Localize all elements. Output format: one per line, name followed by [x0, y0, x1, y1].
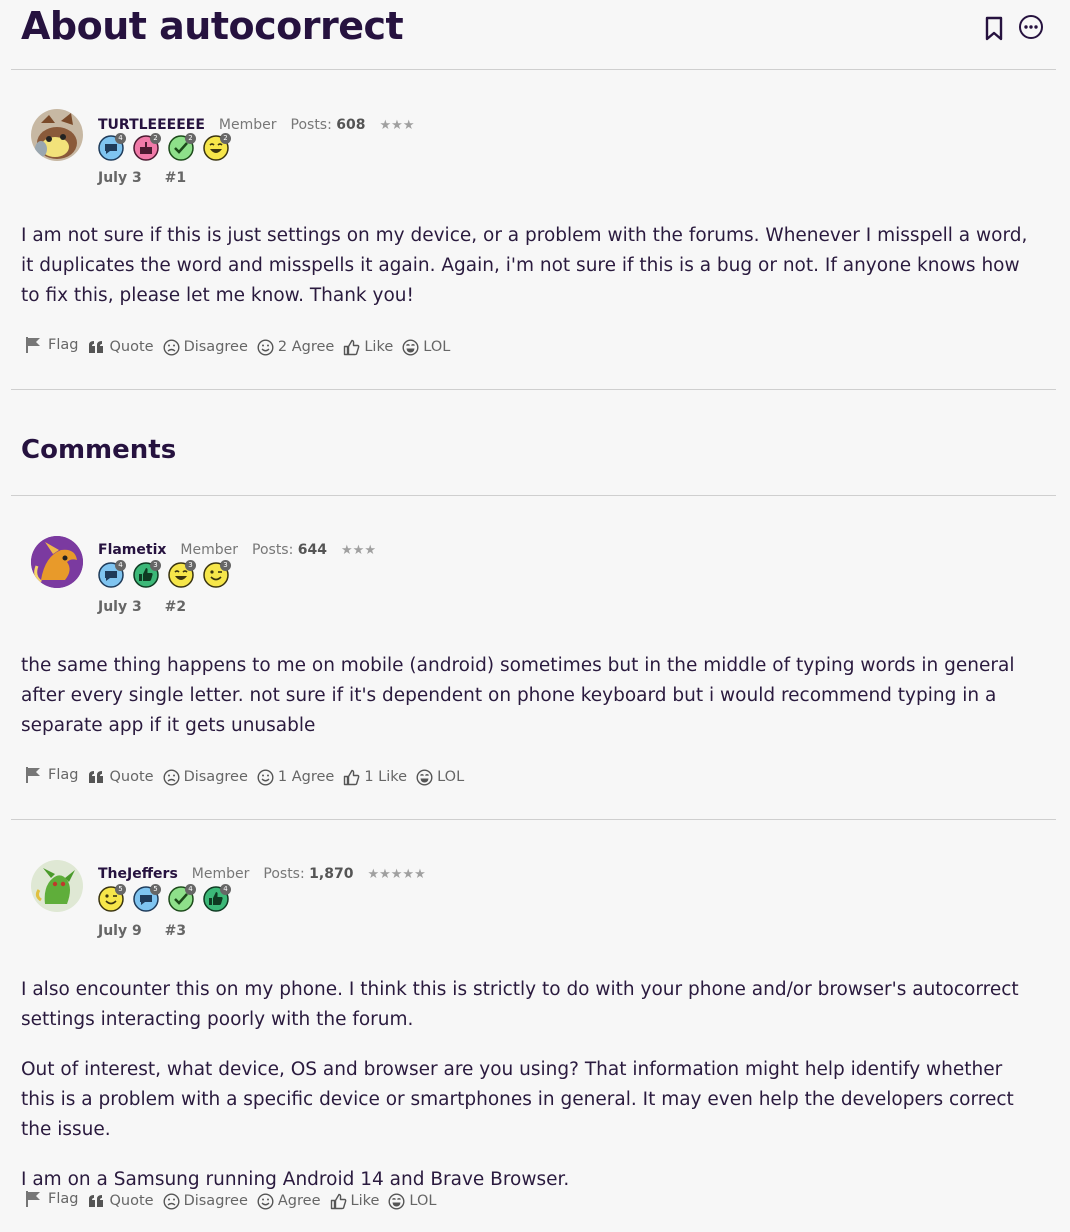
- post-actions: Flag Quote Disagree 1 Agree 1 Like LOL: [25, 766, 473, 786]
- flag-button[interactable]: Flag: [25, 336, 78, 354]
- user-role: Member: [218, 117, 277, 133]
- divider: [11, 495, 1056, 496]
- laugh-badge-icon[interactable]: 3: [167, 560, 196, 589]
- cake-badge-icon[interactable]: 2: [132, 133, 161, 162]
- comment-badge-icon[interactable]: 5: [132, 884, 161, 913]
- post-actions: Flag Quote Disagree 2 Agree Like LOL: [25, 336, 459, 356]
- post-paragraph: I also encounter this on my phone. I thi…: [21, 979, 1019, 1030]
- comment-badge-icon[interactable]: 4: [97, 560, 126, 589]
- flag-button[interactable]: Flag: [25, 766, 78, 784]
- post-meta: TheJeffers Member Posts: 1,870 ★★★★★: [98, 865, 426, 883]
- post-body: the same thing happens to me on mobile (…: [21, 651, 1041, 761]
- badge-count: 4: [115, 133, 126, 144]
- post-count: Posts: 644: [252, 542, 328, 558]
- post-number[interactable]: #3: [165, 923, 186, 939]
- badge-count: 4: [220, 884, 231, 895]
- quote-button[interactable]: Quote: [88, 339, 154, 356]
- comment-badge-icon[interactable]: 4: [97, 133, 126, 162]
- agree-button[interactable]: 2 Agree: [257, 338, 334, 356]
- thumbs-up-badge-icon[interactable]: 4: [202, 884, 231, 913]
- username[interactable]: TURTLEEEEEE: [98, 117, 205, 133]
- lol-button[interactable]: LOL: [388, 1192, 436, 1210]
- flag-button[interactable]: Flag: [25, 1190, 78, 1208]
- post-count: Posts: 1,870: [263, 866, 354, 882]
- bookmark-icon[interactable]: [981, 14, 1007, 42]
- rank-stars: ★★★: [341, 542, 376, 558]
- post-body: I also encounter this on my phone. I thi…: [21, 975, 1041, 1215]
- agree-button[interactable]: 1 Agree: [257, 768, 334, 786]
- username[interactable]: TheJeffers: [98, 866, 178, 882]
- post-date[interactable]: July 3: [98, 170, 142, 186]
- wink-badge-icon[interactable]: 5: [97, 884, 126, 913]
- thumbs-up-badge-icon[interactable]: 3: [132, 560, 161, 589]
- post-paragraph: I am not sure if this is just settings o…: [21, 225, 1028, 306]
- username[interactable]: Flametix: [98, 542, 166, 558]
- badge-count: 3: [150, 560, 161, 571]
- badge-row: 4 2 2 2: [97, 133, 231, 162]
- post-actions: Flag Quote Disagree Agree Like LOL: [25, 1190, 445, 1210]
- agree-button[interactable]: Agree: [257, 1192, 321, 1210]
- badge-count: 4: [115, 560, 126, 571]
- badge-row: 5 5 4 4: [97, 884, 231, 913]
- wink-badge-icon[interactable]: 3: [202, 560, 231, 589]
- post-dateline: July 3 #1: [98, 170, 204, 186]
- divider: [11, 819, 1056, 820]
- check-badge-icon[interactable]: 2: [167, 133, 196, 162]
- post-meta: TURTLEEEEEE Member Posts: 608 ★★★: [98, 116, 414, 134]
- divider: [11, 389, 1056, 390]
- post-count: Posts: 608: [290, 117, 366, 133]
- user-role: Member: [180, 542, 239, 558]
- post-dateline: July 9 #3: [98, 923, 204, 939]
- post-meta: Flametix Member Posts: 644 ★★★: [98, 541, 376, 559]
- post-date[interactable]: July 9: [98, 923, 142, 939]
- like-button[interactable]: Like: [343, 339, 393, 356]
- post-body: I am not sure if this is just settings o…: [21, 221, 1041, 331]
- disagree-button[interactable]: Disagree: [163, 338, 248, 356]
- badge-count: 5: [150, 884, 161, 895]
- post-paragraph: Out of interest, what device, OS and bro…: [21, 1059, 1014, 1140]
- badge-count: 3: [220, 560, 231, 571]
- badge-count: 5: [115, 884, 126, 895]
- like-button[interactable]: 1 Like: [343, 769, 407, 786]
- badge-count: 2: [185, 133, 196, 144]
- lol-button[interactable]: LOL: [416, 768, 464, 786]
- rank-stars: ★★★★★: [367, 866, 426, 882]
- lol-button[interactable]: LOL: [402, 338, 450, 356]
- avatar[interactable]: [31, 536, 83, 588]
- post-paragraph: the same thing happens to me on mobile (…: [21, 655, 1015, 736]
- badge-count: 3: [185, 560, 196, 571]
- like-button[interactable]: Like: [330, 1193, 379, 1210]
- quote-button[interactable]: Quote: [88, 1193, 154, 1210]
- badge-row: 4 3 3 3: [97, 560, 231, 589]
- avatar[interactable]: [31, 860, 83, 912]
- user-role: Member: [191, 866, 250, 882]
- badge-count: 4: [185, 884, 196, 895]
- post-dateline: July 3 #2: [98, 599, 204, 615]
- post-number[interactable]: #2: [165, 599, 186, 615]
- badge-count: 2: [220, 133, 231, 144]
- rank-stars: ★★★: [379, 117, 415, 133]
- avatar[interactable]: [31, 109, 83, 161]
- divider: [11, 69, 1056, 70]
- quote-button[interactable]: Quote: [88, 769, 154, 786]
- disagree-button[interactable]: Disagree: [163, 768, 248, 786]
- badge-count: 2: [150, 133, 161, 144]
- disagree-button[interactable]: Disagree: [163, 1192, 248, 1210]
- post-paragraph: I am on a Samsung running Android 14 and…: [21, 1169, 570, 1190]
- post-number[interactable]: #1: [165, 170, 186, 186]
- comments-heading: Comments: [21, 435, 177, 465]
- post-date[interactable]: July 3: [98, 599, 142, 615]
- thread-title: About autocorrect: [21, 4, 404, 48]
- check-badge-icon[interactable]: 4: [167, 884, 196, 913]
- laugh-badge-icon[interactable]: 2: [202, 133, 231, 162]
- more-options-icon[interactable]: [1018, 13, 1044, 41]
